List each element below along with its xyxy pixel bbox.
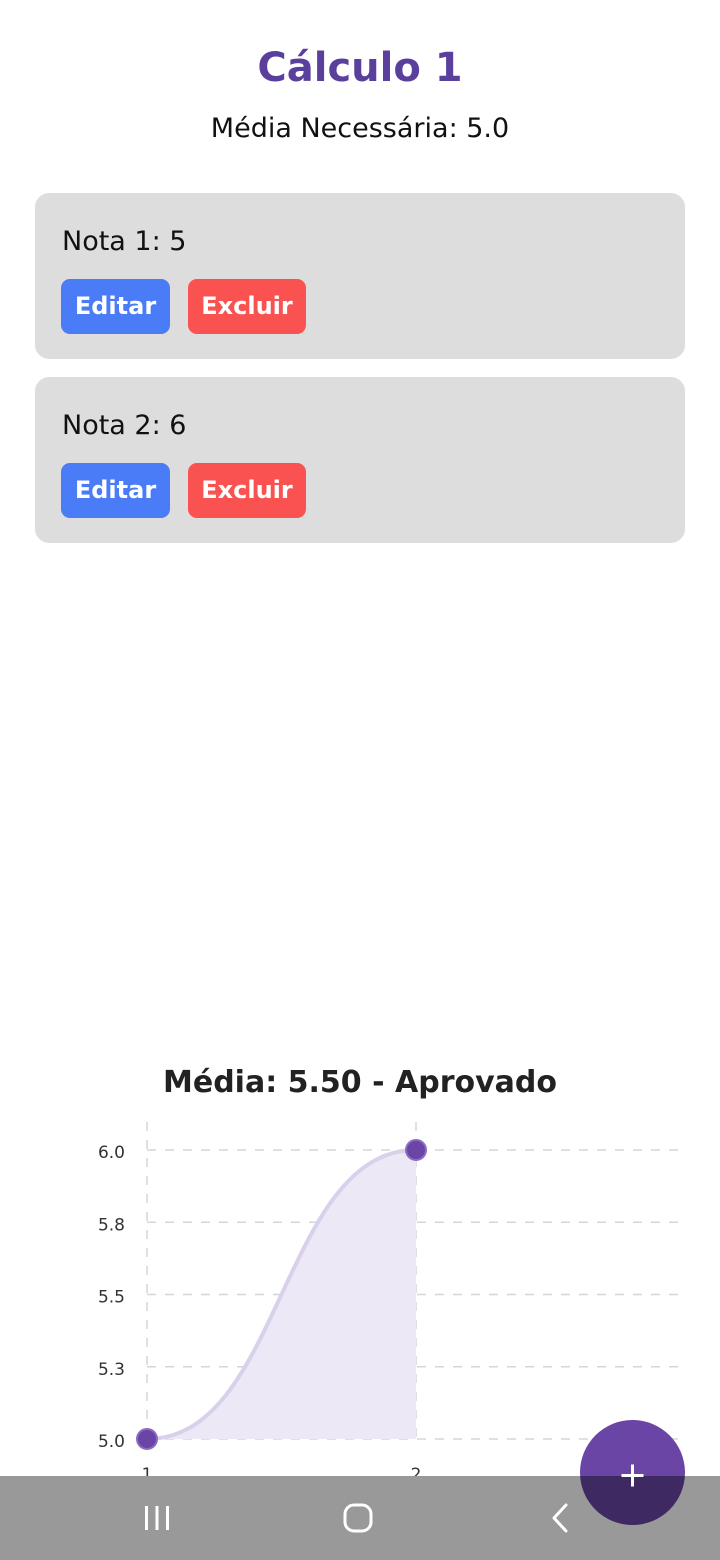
- y-tick-label: 5.5: [98, 1288, 125, 1308]
- edit-button[interactable]: Editar: [61, 279, 170, 334]
- data-point: [136, 1428, 158, 1450]
- recents-button[interactable]: [135, 1496, 179, 1540]
- y-tick-label: 5.0: [98, 1432, 125, 1452]
- home-button[interactable]: [336, 1496, 380, 1540]
- back-button[interactable]: [538, 1496, 582, 1540]
- recents-icon: [145, 1506, 169, 1530]
- add-grade-button[interactable]: [580, 1420, 685, 1525]
- delete-button[interactable]: Excluir: [188, 463, 306, 518]
- home-icon: [343, 1503, 373, 1533]
- required-average-text: Média Necessária: 5.0: [210, 113, 510, 144]
- chart-title: Média: 5.50 - Aprovado: [163, 1065, 557, 1100]
- edit-button[interactable]: Editar: [61, 463, 170, 518]
- y-tick-label: 6.0: [98, 1143, 125, 1163]
- grade-card: Nota 2: 6 Editar Excluir: [35, 377, 685, 543]
- page-title: Cálculo 1: [257, 45, 463, 91]
- data-point: [405, 1139, 427, 1161]
- back-icon: [552, 1503, 568, 1533]
- screen: Cálculo 1 Média Necessária: 5.0 Nota 1: …: [0, 0, 720, 1560]
- y-tick-label: 5.3: [98, 1360, 125, 1380]
- y-tick-label: 5.8: [98, 1215, 125, 1235]
- grade-card: Nota 1: 5 Editar Excluir: [35, 193, 685, 359]
- grade-label: Nota 1: 5: [62, 226, 187, 257]
- grade-label: Nota 2: 6: [62, 410, 187, 441]
- delete-button[interactable]: Excluir: [188, 279, 306, 334]
- plus-icon: [621, 1464, 644, 1487]
